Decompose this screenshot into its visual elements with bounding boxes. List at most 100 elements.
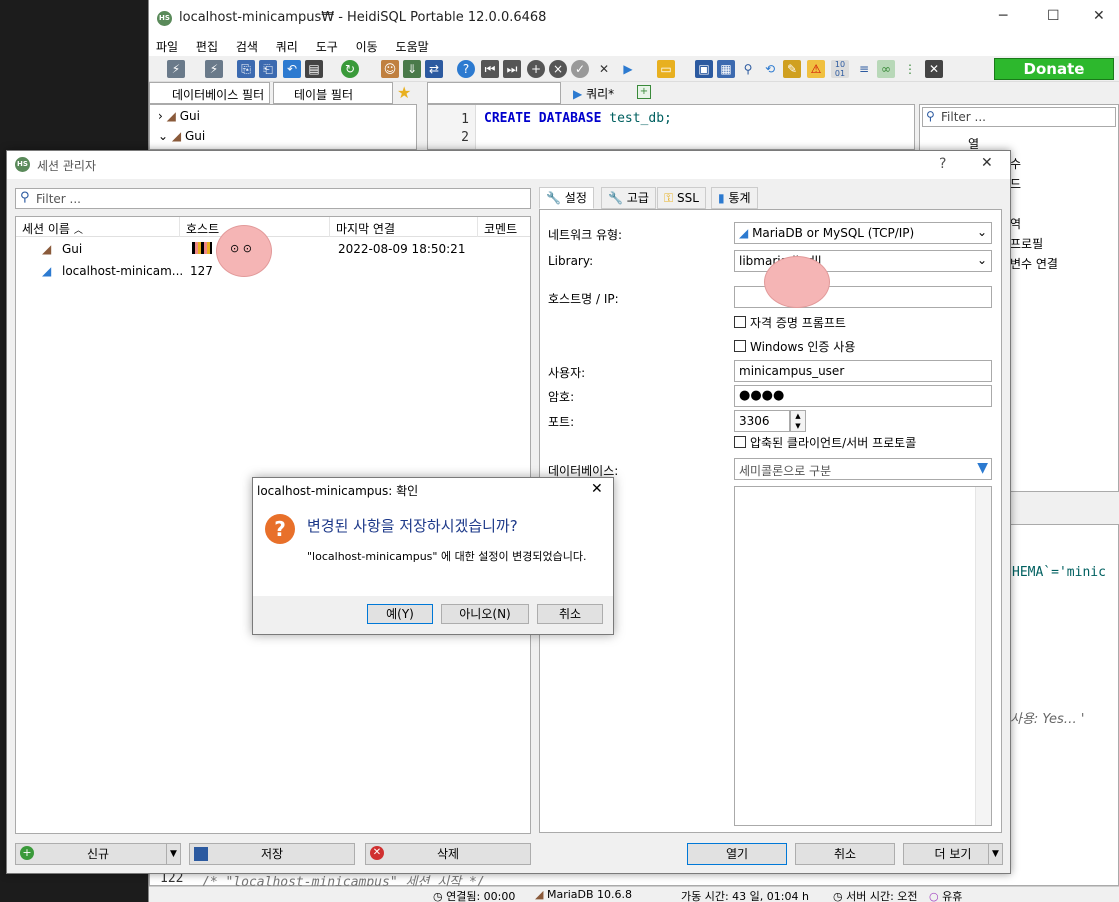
query-tab[interactable]: ▶ 쿼리* — [567, 82, 627, 104]
first-icon[interactable]: ⏮ — [481, 60, 499, 78]
users-icon[interactable]: ☺ — [381, 60, 399, 78]
export-icon[interactable]: ⇄ — [425, 60, 443, 78]
connect-icon[interactable]: ⚡ — [167, 60, 185, 78]
table-row[interactable]: ◢ localhost-minicam... 127 — [16, 262, 530, 282]
credential-prompt-checkbox[interactable] — [734, 316, 746, 328]
binary-icon[interactable]: 10 01 — [831, 60, 849, 78]
print-icon[interactable]: ▤ — [305, 60, 323, 78]
sql-editor[interactable]: 1 2 CREATE DATABASE test_db; — [427, 104, 915, 150]
find-icon[interactable]: ⚲ — [739, 60, 757, 78]
replace-icon[interactable]: ⟲ — [761, 60, 779, 78]
column-header-comment[interactable]: 코멘트 — [478, 217, 530, 237]
user-input[interactable]: minicampus_user — [734, 360, 992, 382]
save-sql-icon[interactable]: ▣ — [695, 60, 713, 78]
last-icon[interactable]: ⏭ — [503, 60, 521, 78]
open-button[interactable]: 열기 — [687, 843, 787, 865]
list-header: 세션 이름 ︿ 호스트 마지막 연결 코멘트 — [16, 217, 530, 237]
copy-icon[interactable]: ⎘ — [237, 60, 255, 78]
port-input[interactable]: 3306 — [734, 410, 790, 432]
cancel-icon[interactable]: ✕ — [595, 60, 613, 78]
line-gutter: 1 2 — [428, 105, 476, 149]
help-button[interactable]: ? — [939, 156, 946, 172]
new-query-tab-icon[interactable]: + — [637, 85, 651, 99]
run-icon[interactable]: ▶ — [619, 60, 637, 78]
tab-host[interactable] — [427, 82, 561, 104]
network-type-select[interactable]: ◢ MariaDB or MySQL (TCP/IP) ⌄ — [734, 222, 992, 244]
right-item[interactable]: 역 — [1010, 215, 1021, 232]
format-icon[interactable]: ▦ — [717, 60, 735, 78]
tab-ssl[interactable]: ⚿ SSL — [657, 187, 706, 209]
compressed-checkbox[interactable] — [734, 436, 746, 448]
save-button[interactable]: 저장 — [189, 843, 355, 865]
table-row[interactable]: ◢ Gui 2022-08-09 18:50:21 — [16, 240, 530, 260]
right-item[interactable]: 드 — [1010, 175, 1021, 192]
tab-stats[interactable]: ▮ 통계 — [711, 187, 758, 209]
import-icon[interactable]: ⇓ — [403, 60, 421, 78]
undo-icon[interactable]: ↶ — [283, 60, 301, 78]
wrap-icon[interactable]: ≡ — [855, 60, 873, 78]
column-header-name[interactable]: 세션 이름 ︿ — [16, 217, 180, 237]
menu-help[interactable]: 도움말 — [396, 38, 429, 55]
paste-icon[interactable]: ⎗ — [259, 60, 277, 78]
right-item[interactable]: 프로필 — [1010, 235, 1043, 252]
refresh-icon[interactable]: ↻ — [341, 60, 359, 78]
menu-tools[interactable]: 도구 — [316, 38, 338, 55]
right-item[interactable]: 수 — [1010, 155, 1021, 172]
cancel-button[interactable]: 취소 — [795, 843, 895, 865]
remove-icon[interactable]: × — [549, 60, 567, 78]
disconnect-icon[interactable]: ⚡ — [205, 60, 223, 78]
tab-advanced[interactable]: 🔧 고급 — [601, 187, 656, 209]
close-tab-icon[interactable]: ✕ — [925, 60, 943, 78]
heidisql-app-icon: HS — [15, 157, 30, 172]
donate-button[interactable]: Donate — [994, 58, 1114, 80]
menu-file[interactable]: 파일 — [156, 38, 178, 55]
tree-item[interactable]: › ◢ Gui — [158, 109, 200, 123]
add-icon[interactable]: + — [527, 60, 545, 78]
more-icon[interactable]: ⋮ — [901, 60, 919, 78]
close-button[interactable]: ✕ — [591, 481, 603, 497]
db-filter-box[interactable]: 데이터베이스 필터 — [149, 82, 270, 104]
maximize-button[interactable]: ☐ — [1047, 8, 1060, 24]
password-input[interactable]: ●●●● — [734, 385, 992, 407]
new-session-button[interactable]: + 신규 ▼ — [15, 843, 181, 865]
windows-auth-checkbox[interactable] — [734, 340, 746, 352]
chevron-down-icon[interactable]: ▼ — [988, 844, 1002, 864]
chevron-down-icon[interactable]: ▼ — [166, 844, 180, 864]
right-filter[interactable]: ⚲ Filter ... — [922, 107, 1116, 127]
delete-button[interactable]: ✕ 삭제 — [365, 843, 531, 865]
port-stepper[interactable]: ▲ ▼ — [790, 410, 806, 432]
table-filter-box[interactable]: 테이블 필터 — [273, 82, 393, 104]
scrollbar[interactable] — [975, 487, 991, 825]
menu-search[interactable]: 검색 — [236, 38, 258, 55]
help-icon[interactable]: ? — [457, 60, 475, 78]
clear-icon[interactable]: ✎ — [783, 60, 801, 78]
menu-go[interactable]: 이동 — [356, 38, 378, 55]
close-button[interactable]: ✕ — [981, 155, 993, 171]
star-icon[interactable]: ★ — [397, 83, 411, 102]
tab-settings[interactable]: 🔧 설정 — [539, 187, 594, 209]
menu-edit[interactable]: 편집 — [196, 38, 218, 55]
user-label: 사용자: — [548, 366, 586, 380]
database-list[interactable] — [734, 486, 992, 826]
sync-icon[interactable]: ∞ — [877, 60, 895, 78]
check-icon[interactable]: ✓ — [571, 60, 589, 78]
dolphin-icon: ◢ — [535, 888, 544, 901]
menu-query[interactable]: 쿼리 — [276, 38, 298, 55]
no-button[interactable]: 아니오(N) — [441, 604, 529, 624]
log-fragment: HEMA`='minic — [1012, 565, 1106, 580]
database-input[interactable]: 세미콜론으로 구분 ▼ — [734, 458, 992, 480]
dropdown-arrow-icon[interactable]: ▼ — [977, 460, 988, 476]
more-button[interactable]: 더 보기 ▼ — [903, 843, 1003, 865]
sort-up-icon: ︿ — [73, 226, 83, 236]
close-button[interactable]: ✕ — [1093, 8, 1105, 24]
session-filter-input[interactable]: ⚲ Filter ... — [15, 188, 531, 209]
warning-icon[interactable]: ⚠ — [807, 60, 825, 78]
folder-icon[interactable]: ▭ — [657, 60, 675, 78]
tree-item[interactable]: ⌄ ◢ Gui — [158, 129, 205, 143]
yes-button[interactable]: 예(Y) — [367, 604, 433, 624]
column-header-last-connect[interactable]: 마지막 연결 — [330, 217, 478, 237]
minimize-button[interactable]: ─ — [999, 8, 1007, 24]
cancel-button[interactable]: 취소 — [537, 604, 603, 624]
right-item[interactable]: 변수 연결 — [1010, 255, 1058, 272]
dolphin-icon: ◢ — [42, 264, 52, 278]
